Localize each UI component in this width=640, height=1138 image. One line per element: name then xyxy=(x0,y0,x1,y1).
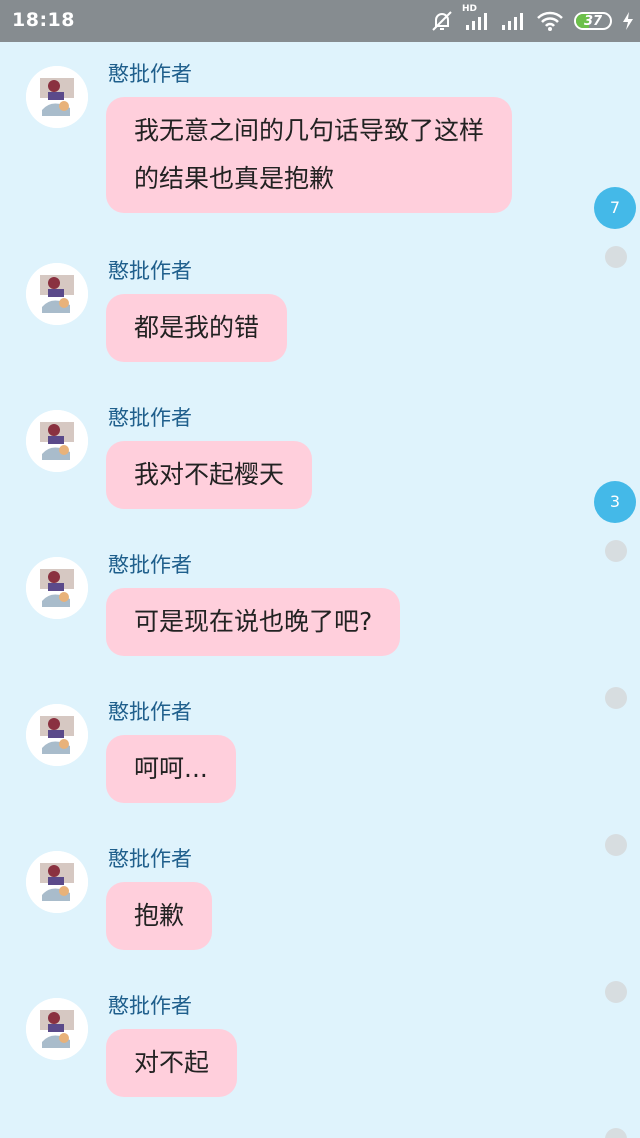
status-time: 18:18 xyxy=(12,9,75,31)
signal-icon xyxy=(500,10,526,32)
read-status-dot xyxy=(605,981,627,1003)
message-bubble[interactable]: 都是我的错 xyxy=(106,294,288,362)
signal-icon: HD xyxy=(462,4,490,32)
read-status-dot xyxy=(605,1128,627,1138)
unread-badge[interactable]: 3 xyxy=(594,481,636,523)
sender-name: 憨批作者 xyxy=(108,700,192,724)
sender-name: 憨批作者 xyxy=(108,847,192,871)
message-bubble[interactable]: 呵呵... xyxy=(106,735,236,803)
mute-bell-icon xyxy=(430,9,454,33)
avatar[interactable] xyxy=(26,263,88,325)
battery-level: 37 xyxy=(583,13,603,29)
sender-name: 憨批作者 xyxy=(108,406,192,430)
avatar[interactable] xyxy=(26,998,88,1060)
message-bubble[interactable]: 抱歉 xyxy=(106,882,213,950)
avatar[interactable] xyxy=(26,704,88,766)
read-status-dot xyxy=(605,687,627,709)
message-bubble[interactable]: 对不起 xyxy=(106,1029,238,1097)
avatar[interactable] xyxy=(26,557,88,619)
chat-area[interactable]: 憨批作者 我无意之间的几句话导致了这样 的结果也真是抱歉 憨批作者 都是我的错 … xyxy=(0,42,640,1138)
battery-icon: 37 xyxy=(574,12,612,30)
status-bar: 18:18 HD 37 xyxy=(0,0,640,42)
message-text-line: 的结果也真是抱歉 xyxy=(134,164,335,193)
message-text-line: 我无意之间的几句话导致了这样 xyxy=(134,116,485,145)
avatar[interactable] xyxy=(26,410,88,472)
wifi-icon xyxy=(536,10,564,32)
avatar[interactable] xyxy=(26,851,88,913)
read-status-dot xyxy=(605,246,627,268)
read-status-dot xyxy=(605,540,627,562)
avatar[interactable] xyxy=(26,66,88,128)
status-icons: HD 37 xyxy=(430,4,634,34)
message-bubble[interactable]: 我对不起樱天 xyxy=(106,441,313,509)
unread-badge[interactable]: 7 xyxy=(594,187,636,229)
sender-name: 憨批作者 xyxy=(108,259,192,283)
charging-icon xyxy=(622,11,634,31)
sender-name: 憨批作者 xyxy=(108,62,192,86)
message-bubble[interactable]: 可是现在说也晚了吧? xyxy=(106,588,401,656)
message-bubble[interactable]: 我无意之间的几句话导致了这样 的结果也真是抱歉 xyxy=(106,97,513,213)
sender-name: 憨批作者 xyxy=(108,994,192,1018)
sender-name: 憨批作者 xyxy=(108,553,192,577)
read-status-dot xyxy=(605,834,627,856)
network-type-label: HD xyxy=(462,4,478,14)
